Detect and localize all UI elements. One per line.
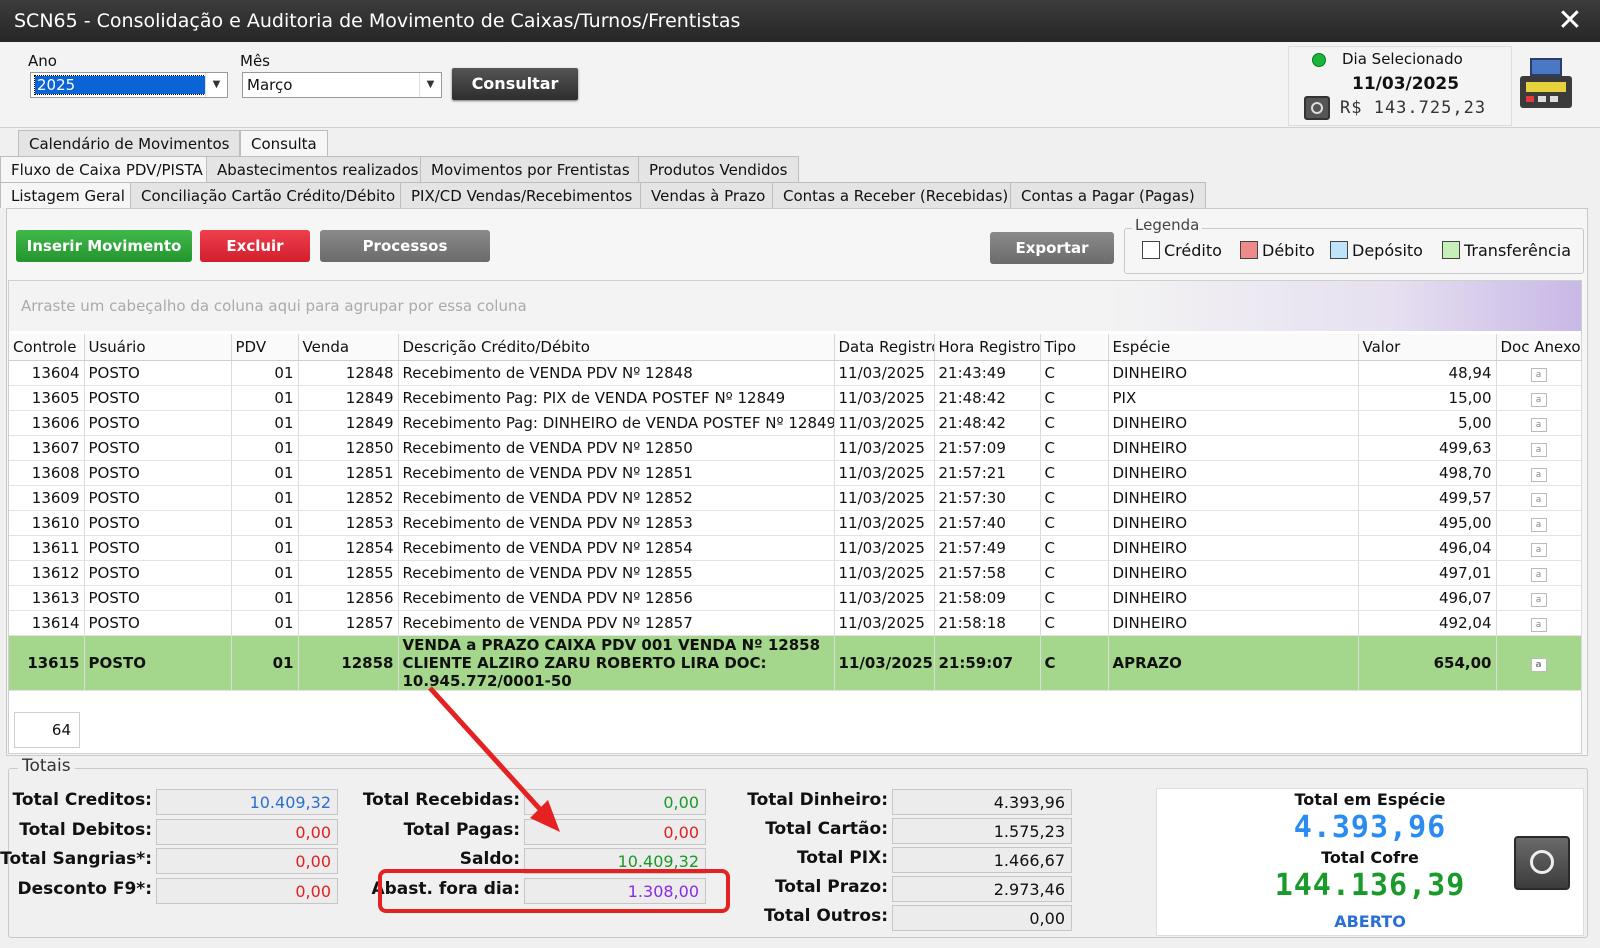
annotation-arrow [428, 686, 550, 820]
annotation-highlight-box [378, 869, 730, 913]
annotation-overlay [378, 686, 730, 913]
